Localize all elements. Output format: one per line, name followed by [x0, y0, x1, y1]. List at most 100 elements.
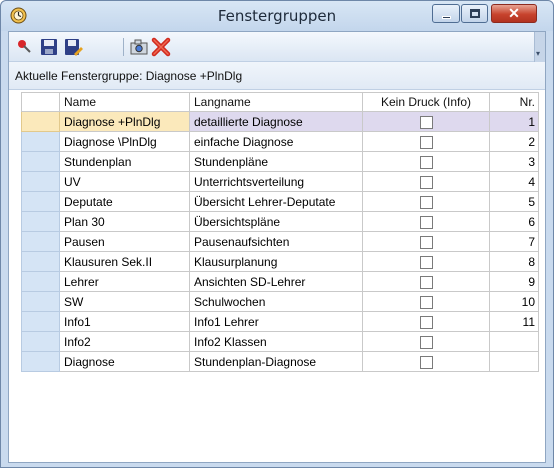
- table-row[interactable]: Diagnose Stundenplan-Diagnose: [21, 351, 539, 372]
- kein-druck-checkbox[interactable]: [419, 235, 433, 249]
- save-icon[interactable]: [39, 37, 59, 57]
- maximize-button[interactable]: [461, 4, 488, 23]
- cell-name[interactable]: Info1: [59, 311, 190, 332]
- table-row[interactable]: Deputate Übersicht Lehrer-Deputate 5: [21, 191, 539, 212]
- cell-name[interactable]: Diagnose +PlnDlg: [59, 111, 190, 132]
- cell-nr[interactable]: 10: [489, 291, 539, 312]
- table-row[interactable]: Diagnose +PlnDlg detaillierte Diagnose 1: [21, 111, 539, 132]
- kein-druck-checkbox[interactable]: [419, 355, 433, 369]
- row-selector[interactable]: [21, 331, 60, 352]
- cell-name[interactable]: Klausuren Sek.II: [59, 251, 190, 272]
- row-selector[interactable]: [21, 311, 60, 332]
- cell-name[interactable]: Diagnose: [59, 351, 190, 372]
- column-header-name[interactable]: Name: [59, 92, 190, 112]
- cell-kein-druck[interactable]: [362, 111, 490, 132]
- row-selector[interactable]: [21, 231, 60, 252]
- table-row[interactable]: SW Schulwochen 10: [21, 291, 539, 312]
- row-selector[interactable]: [21, 171, 60, 192]
- cell-langname[interactable]: Schulwochen: [189, 291, 363, 312]
- row-selector[interactable]: [21, 211, 60, 232]
- cell-kein-druck[interactable]: [362, 331, 490, 352]
- kein-druck-checkbox[interactable]: [419, 115, 433, 129]
- cell-langname[interactable]: Übersichtspläne: [189, 211, 363, 232]
- cell-kein-druck[interactable]: [362, 271, 490, 292]
- cell-langname[interactable]: Pausenaufsichten: [189, 231, 363, 252]
- cell-langname[interactable]: Stundenpläne: [189, 151, 363, 172]
- column-header-nr[interactable]: Nr.: [489, 92, 539, 112]
- column-header-langname[interactable]: Langname: [189, 92, 363, 112]
- title-bar[interactable]: Fenstergruppen ✕: [1, 1, 553, 31]
- row-selector[interactable]: [21, 131, 60, 152]
- cell-langname[interactable]: Info2 Klassen: [189, 331, 363, 352]
- cell-nr[interactable]: 8: [489, 251, 539, 272]
- table-row[interactable]: Info1 Info1 Lehrer 11: [21, 311, 539, 332]
- cell-kein-druck[interactable]: [362, 291, 490, 312]
- cell-langname[interactable]: einfache Diagnose: [189, 131, 363, 152]
- cell-nr[interactable]: 2: [489, 131, 539, 152]
- cell-nr[interactable]: 6: [489, 211, 539, 232]
- kein-druck-checkbox[interactable]: [419, 155, 433, 169]
- cell-langname[interactable]: Übersicht Lehrer-Deputate: [189, 191, 363, 212]
- cell-nr[interactable]: 3: [489, 151, 539, 172]
- kein-druck-checkbox[interactable]: [419, 275, 433, 289]
- delete-icon[interactable]: [151, 37, 171, 57]
- table-row[interactable]: Plan 30 Übersichtspläne 6: [21, 211, 539, 232]
- table-row[interactable]: Klausuren Sek.II Klausurplanung 8: [21, 251, 539, 272]
- kein-druck-checkbox[interactable]: [419, 255, 433, 269]
- cell-name[interactable]: SW: [59, 291, 190, 312]
- cell-name[interactable]: Plan 30: [59, 211, 190, 232]
- cell-kein-druck[interactable]: [362, 151, 490, 172]
- table-row[interactable]: Info2 Info2 Klassen: [21, 331, 539, 352]
- cell-kein-druck[interactable]: [362, 171, 490, 192]
- kein-druck-checkbox[interactable]: [419, 195, 433, 209]
- cell-nr[interactable]: 7: [489, 231, 539, 252]
- table-row[interactable]: Diagnose \PlnDlg einfache Diagnose 2: [21, 131, 539, 152]
- table-row[interactable]: Pausen Pausenaufsichten 7: [21, 231, 539, 252]
- cell-nr[interactable]: [489, 351, 539, 372]
- column-header-kein-druck[interactable]: Kein Druck (Info): [362, 92, 490, 112]
- row-selector[interactable]: [21, 271, 60, 292]
- cell-langname[interactable]: Info1 Lehrer: [189, 311, 363, 332]
- row-selector[interactable]: [21, 111, 60, 132]
- cell-nr[interactable]: 5: [489, 191, 539, 212]
- cell-nr[interactable]: 4: [489, 171, 539, 192]
- table-row[interactable]: Lehrer Ansichten SD-Lehrer 9: [21, 271, 539, 292]
- table-row[interactable]: UV Unterrichtsverteilung 4: [21, 171, 539, 192]
- kein-druck-checkbox[interactable]: [419, 135, 433, 149]
- kein-druck-checkbox[interactable]: [419, 315, 433, 329]
- close-button[interactable]: ✕: [491, 4, 537, 23]
- camera-icon[interactable]: [129, 37, 149, 57]
- minimize-button[interactable]: [432, 4, 460, 23]
- save-as-icon[interactable]: [63, 37, 83, 57]
- row-selector[interactable]: [21, 251, 60, 272]
- cell-langname[interactable]: Klausurplanung: [189, 251, 363, 272]
- cell-name[interactable]: Pausen: [59, 231, 190, 252]
- cell-name[interactable]: Info2: [59, 331, 190, 352]
- cell-name[interactable]: Stundenplan: [59, 151, 190, 172]
- cell-kein-druck[interactable]: [362, 191, 490, 212]
- cell-kein-druck[interactable]: [362, 131, 490, 152]
- row-selector[interactable]: [21, 351, 60, 372]
- cell-kein-druck[interactable]: [362, 211, 490, 232]
- cell-name[interactable]: Deputate: [59, 191, 190, 212]
- table-row[interactable]: Stundenplan Stundenpläne 3: [21, 151, 539, 172]
- header-selector[interactable]: [21, 92, 60, 112]
- cell-kein-druck[interactable]: [362, 231, 490, 252]
- kein-druck-checkbox[interactable]: [419, 215, 433, 229]
- kein-druck-checkbox[interactable]: [419, 175, 433, 189]
- cell-langname[interactable]: Unterrichtsverteilung: [189, 171, 363, 192]
- toolbar-overflow[interactable]: ▾: [534, 32, 545, 62]
- cell-langname[interactable]: Stundenplan-Diagnose: [189, 351, 363, 372]
- cell-nr[interactable]: 1: [489, 111, 539, 132]
- cell-name[interactable]: Lehrer: [59, 271, 190, 292]
- kein-druck-checkbox[interactable]: [419, 295, 433, 309]
- cell-name[interactable]: UV: [59, 171, 190, 192]
- kein-druck-checkbox[interactable]: [419, 335, 433, 349]
- cell-kein-druck[interactable]: [362, 311, 490, 332]
- cell-nr[interactable]: 9: [489, 271, 539, 292]
- cell-name[interactable]: Diagnose \PlnDlg: [59, 131, 190, 152]
- pin-icon[interactable]: [15, 37, 35, 57]
- row-selector[interactable]: [21, 191, 60, 212]
- cell-langname[interactable]: detaillierte Diagnose: [189, 111, 363, 132]
- cell-nr[interactable]: 11: [489, 311, 539, 332]
